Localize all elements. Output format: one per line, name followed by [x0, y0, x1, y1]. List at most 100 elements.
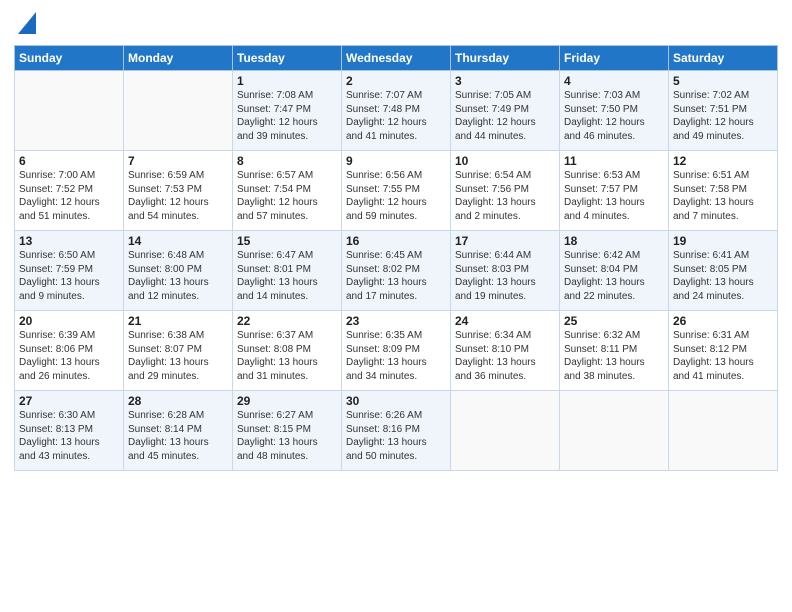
day-cell: 1Sunrise: 7:08 AM Sunset: 7:47 PM Daylig… — [233, 71, 342, 151]
day-info: Sunrise: 6:26 AM Sunset: 8:16 PM Dayligh… — [346, 409, 446, 463]
day-cell: 7Sunrise: 6:59 AM Sunset: 7:53 PM Daylig… — [124, 151, 233, 231]
weekday-header-sunday: Sunday — [15, 46, 124, 71]
day-number: 18 — [564, 234, 664, 248]
day-cell: 27Sunrise: 6:30 AM Sunset: 8:13 PM Dayli… — [15, 391, 124, 471]
day-info: Sunrise: 7:02 AM Sunset: 7:51 PM Dayligh… — [673, 89, 773, 143]
calendar-table: SundayMondayTuesdayWednesdayThursdayFrid… — [14, 45, 778, 471]
logo-triangle-icon — [18, 12, 36, 34]
week-row-3: 13Sunrise: 6:50 AM Sunset: 7:59 PM Dayli… — [15, 231, 778, 311]
day-info: Sunrise: 6:57 AM Sunset: 7:54 PM Dayligh… — [237, 169, 337, 223]
day-cell — [15, 71, 124, 151]
day-cell: 25Sunrise: 6:32 AM Sunset: 8:11 PM Dayli… — [560, 311, 669, 391]
day-cell: 17Sunrise: 6:44 AM Sunset: 8:03 PM Dayli… — [451, 231, 560, 311]
day-number: 13 — [19, 234, 119, 248]
day-cell: 14Sunrise: 6:48 AM Sunset: 8:00 PM Dayli… — [124, 231, 233, 311]
day-info: Sunrise: 6:41 AM Sunset: 8:05 PM Dayligh… — [673, 249, 773, 303]
day-number: 19 — [673, 234, 773, 248]
day-cell: 26Sunrise: 6:31 AM Sunset: 8:12 PM Dayli… — [669, 311, 778, 391]
day-cell: 3Sunrise: 7:05 AM Sunset: 7:49 PM Daylig… — [451, 71, 560, 151]
week-row-4: 20Sunrise: 6:39 AM Sunset: 8:06 PM Dayli… — [15, 311, 778, 391]
day-cell: 29Sunrise: 6:27 AM Sunset: 8:15 PM Dayli… — [233, 391, 342, 471]
day-info: Sunrise: 6:56 AM Sunset: 7:55 PM Dayligh… — [346, 169, 446, 223]
day-number: 2 — [346, 74, 446, 88]
day-number: 10 — [455, 154, 555, 168]
weekday-header-tuesday: Tuesday — [233, 46, 342, 71]
calendar-header: SundayMondayTuesdayWednesdayThursdayFrid… — [15, 46, 778, 71]
week-row-5: 27Sunrise: 6:30 AM Sunset: 8:13 PM Dayli… — [15, 391, 778, 471]
day-info: Sunrise: 6:30 AM Sunset: 8:13 PM Dayligh… — [19, 409, 119, 463]
day-info: Sunrise: 6:39 AM Sunset: 8:06 PM Dayligh… — [19, 329, 119, 383]
day-info: Sunrise: 6:54 AM Sunset: 7:56 PM Dayligh… — [455, 169, 555, 223]
week-row-1: 1Sunrise: 7:08 AM Sunset: 7:47 PM Daylig… — [15, 71, 778, 151]
day-number: 1 — [237, 74, 337, 88]
day-number: 26 — [673, 314, 773, 328]
day-info: Sunrise: 7:08 AM Sunset: 7:47 PM Dayligh… — [237, 89, 337, 143]
day-number: 4 — [564, 74, 664, 88]
day-info: Sunrise: 6:45 AM Sunset: 8:02 PM Dayligh… — [346, 249, 446, 303]
day-cell: 21Sunrise: 6:38 AM Sunset: 8:07 PM Dayli… — [124, 311, 233, 391]
day-cell: 10Sunrise: 6:54 AM Sunset: 7:56 PM Dayli… — [451, 151, 560, 231]
weekday-row: SundayMondayTuesdayWednesdayThursdayFrid… — [15, 46, 778, 71]
day-info: Sunrise: 6:48 AM Sunset: 8:00 PM Dayligh… — [128, 249, 228, 303]
day-number: 25 — [564, 314, 664, 328]
day-number: 11 — [564, 154, 664, 168]
day-number: 14 — [128, 234, 228, 248]
header — [14, 10, 778, 39]
weekday-header-thursday: Thursday — [451, 46, 560, 71]
day-cell: 12Sunrise: 6:51 AM Sunset: 7:58 PM Dayli… — [669, 151, 778, 231]
day-info: Sunrise: 6:27 AM Sunset: 8:15 PM Dayligh… — [237, 409, 337, 463]
day-cell: 9Sunrise: 6:56 AM Sunset: 7:55 PM Daylig… — [342, 151, 451, 231]
day-number: 28 — [128, 394, 228, 408]
day-number: 9 — [346, 154, 446, 168]
day-info: Sunrise: 6:34 AM Sunset: 8:10 PM Dayligh… — [455, 329, 555, 383]
day-number: 8 — [237, 154, 337, 168]
page: SundayMondayTuesdayWednesdayThursdayFrid… — [0, 0, 792, 612]
day-number: 15 — [237, 234, 337, 248]
day-info: Sunrise: 6:32 AM Sunset: 8:11 PM Dayligh… — [564, 329, 664, 383]
day-number: 29 — [237, 394, 337, 408]
day-number: 5 — [673, 74, 773, 88]
day-cell: 18Sunrise: 6:42 AM Sunset: 8:04 PM Dayli… — [560, 231, 669, 311]
day-info: Sunrise: 7:03 AM Sunset: 7:50 PM Dayligh… — [564, 89, 664, 143]
logo — [14, 10, 36, 39]
day-info: Sunrise: 6:35 AM Sunset: 8:09 PM Dayligh… — [346, 329, 446, 383]
day-cell: 15Sunrise: 6:47 AM Sunset: 8:01 PM Dayli… — [233, 231, 342, 311]
day-cell: 13Sunrise: 6:50 AM Sunset: 7:59 PM Dayli… — [15, 231, 124, 311]
day-cell — [669, 391, 778, 471]
day-cell: 11Sunrise: 6:53 AM Sunset: 7:57 PM Dayli… — [560, 151, 669, 231]
day-cell: 20Sunrise: 6:39 AM Sunset: 8:06 PM Dayli… — [15, 311, 124, 391]
day-number: 22 — [237, 314, 337, 328]
day-cell: 4Sunrise: 7:03 AM Sunset: 7:50 PM Daylig… — [560, 71, 669, 151]
day-info: Sunrise: 6:31 AM Sunset: 8:12 PM Dayligh… — [673, 329, 773, 383]
day-cell: 28Sunrise: 6:28 AM Sunset: 8:14 PM Dayli… — [124, 391, 233, 471]
day-number: 23 — [346, 314, 446, 328]
day-number: 30 — [346, 394, 446, 408]
weekday-header-monday: Monday — [124, 46, 233, 71]
day-cell: 22Sunrise: 6:37 AM Sunset: 8:08 PM Dayli… — [233, 311, 342, 391]
day-info: Sunrise: 6:42 AM Sunset: 8:04 PM Dayligh… — [564, 249, 664, 303]
day-info: Sunrise: 6:47 AM Sunset: 8:01 PM Dayligh… — [237, 249, 337, 303]
day-info: Sunrise: 7:07 AM Sunset: 7:48 PM Dayligh… — [346, 89, 446, 143]
day-info: Sunrise: 6:53 AM Sunset: 7:57 PM Dayligh… — [564, 169, 664, 223]
day-info: Sunrise: 6:28 AM Sunset: 8:14 PM Dayligh… — [128, 409, 228, 463]
calendar-body: 1Sunrise: 7:08 AM Sunset: 7:47 PM Daylig… — [15, 71, 778, 471]
day-cell — [124, 71, 233, 151]
day-number: 20 — [19, 314, 119, 328]
weekday-header-wednesday: Wednesday — [342, 46, 451, 71]
day-number: 27 — [19, 394, 119, 408]
day-cell: 16Sunrise: 6:45 AM Sunset: 8:02 PM Dayli… — [342, 231, 451, 311]
day-cell: 30Sunrise: 6:26 AM Sunset: 8:16 PM Dayli… — [342, 391, 451, 471]
day-cell: 24Sunrise: 6:34 AM Sunset: 8:10 PM Dayli… — [451, 311, 560, 391]
day-info: Sunrise: 7:05 AM Sunset: 7:49 PM Dayligh… — [455, 89, 555, 143]
day-cell: 2Sunrise: 7:07 AM Sunset: 7:48 PM Daylig… — [342, 71, 451, 151]
day-number: 7 — [128, 154, 228, 168]
day-cell: 23Sunrise: 6:35 AM Sunset: 8:09 PM Dayli… — [342, 311, 451, 391]
day-info: Sunrise: 6:37 AM Sunset: 8:08 PM Dayligh… — [237, 329, 337, 383]
day-number: 21 — [128, 314, 228, 328]
day-info: Sunrise: 6:50 AM Sunset: 7:59 PM Dayligh… — [19, 249, 119, 303]
day-cell — [451, 391, 560, 471]
day-cell: 19Sunrise: 6:41 AM Sunset: 8:05 PM Dayli… — [669, 231, 778, 311]
weekday-header-saturday: Saturday — [669, 46, 778, 71]
day-cell: 8Sunrise: 6:57 AM Sunset: 7:54 PM Daylig… — [233, 151, 342, 231]
day-number: 17 — [455, 234, 555, 248]
